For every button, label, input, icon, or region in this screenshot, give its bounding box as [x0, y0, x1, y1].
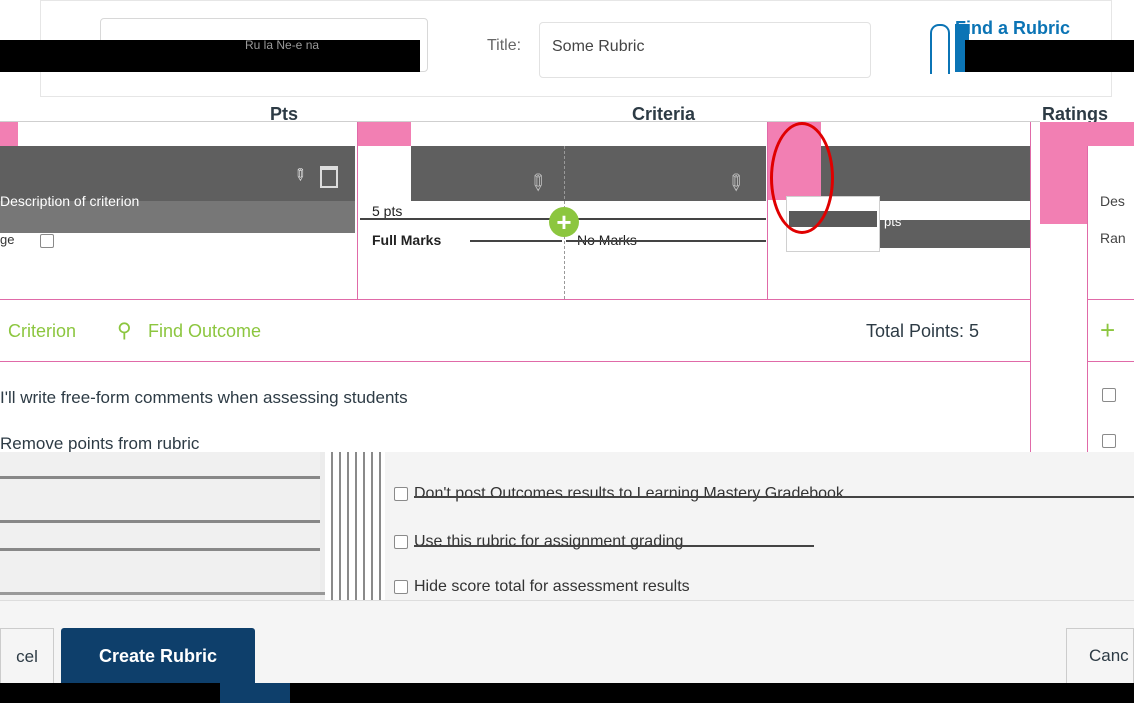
cancel-button-right[interactable]: Canc: [1066, 628, 1134, 684]
option-checkbox[interactable]: [1102, 388, 1116, 402]
use-rubric-checkbox[interactable]: [394, 535, 408, 549]
glitch-line: [0, 548, 320, 551]
row-highlight: [357, 122, 411, 146]
ratings-cell: [411, 146, 766, 201]
annotation-circle: [770, 122, 834, 234]
redaction-bar: [965, 40, 1134, 72]
add-icon[interactable]: +: [1100, 315, 1115, 346]
redaction-bar: [0, 40, 420, 72]
hide-score-checkbox[interactable]: [394, 580, 408, 594]
rubric-icon: [930, 24, 950, 74]
rating-points: 0 pts: [580, 203, 611, 219]
glitch-stripes: [325, 452, 385, 600]
find-outcome-button[interactable]: Find Outcome: [148, 321, 261, 342]
points-lower-cell: [880, 220, 1030, 248]
title-input-value: Some Rubric: [552, 38, 645, 55]
points-cell: [821, 146, 1030, 201]
rating-underline: [566, 240, 766, 242]
row-highlight: [0, 122, 18, 146]
total-points: Total Points: 5: [866, 321, 980, 341]
rating-side-cell: [1087, 146, 1134, 224]
free-form-option-label: I'll write free-form comments when asses…: [0, 388, 408, 407]
use-rubric-option-label: Use this rubric for assignment grading: [414, 533, 684, 550]
hide-score-option-label: Hide score total for assessment results: [414, 578, 690, 594]
option-checkbox[interactable]: [1102, 434, 1116, 448]
search-fragment: Ru la Ne-e na: [245, 38, 320, 52]
cell-border: [767, 122, 768, 300]
find-rubric-link[interactable]: Find a Rubric: [955, 18, 1070, 39]
right-range-label: Ran: [1100, 230, 1126, 246]
rating-label: Full Marks: [372, 232, 442, 248]
rating-underline: [470, 240, 562, 242]
row-border: [0, 299, 1030, 300]
row-border: [1087, 299, 1134, 300]
cell-border: [1030, 122, 1031, 452]
title-input[interactable]: Some Rubric: [539, 22, 871, 78]
criterion-range-label: ge: [0, 232, 15, 247]
row-border: [0, 361, 1030, 362]
cell-border: [357, 122, 358, 300]
dont-post-option-label: Don't post Outcomes results to Learning …: [414, 485, 844, 502]
rating-underline: [360, 218, 560, 220]
glitch-line: [0, 520, 320, 523]
add-rating-icon[interactable]: +: [549, 207, 579, 237]
rating-underline: [566, 218, 766, 220]
points-suffix: pts: [884, 214, 902, 229]
dont-post-checkbox[interactable]: [394, 487, 408, 501]
glitch-line: [414, 496, 1134, 498]
title-label: Title:: [487, 37, 522, 54]
create-rubric-button[interactable]: Create Rubric: [61, 628, 255, 684]
range-checkbox[interactable]: [40, 234, 54, 248]
row-border: [1087, 361, 1134, 362]
criterion-description: Description of criterion: [0, 193, 140, 209]
remove-points-option-label: Remove points from rubric: [0, 434, 200, 452]
left-glitch-area: [0, 452, 320, 600]
search-icon: ⚲: [117, 320, 132, 342]
glitch-line: [414, 545, 814, 547]
glitch-line: [0, 476, 320, 479]
rating-points: 5 pts: [372, 203, 403, 219]
cancel-button[interactable]: cel: [0, 628, 54, 686]
trash-icon[interactable]: [320, 166, 338, 188]
right-description-label: Des: [1100, 193, 1125, 209]
taskbar-fragment: [220, 683, 290, 703]
add-criterion-button[interactable]: Criterion: [8, 321, 76, 342]
screen-edge: [0, 683, 1134, 703]
header-divider: [0, 121, 1040, 122]
